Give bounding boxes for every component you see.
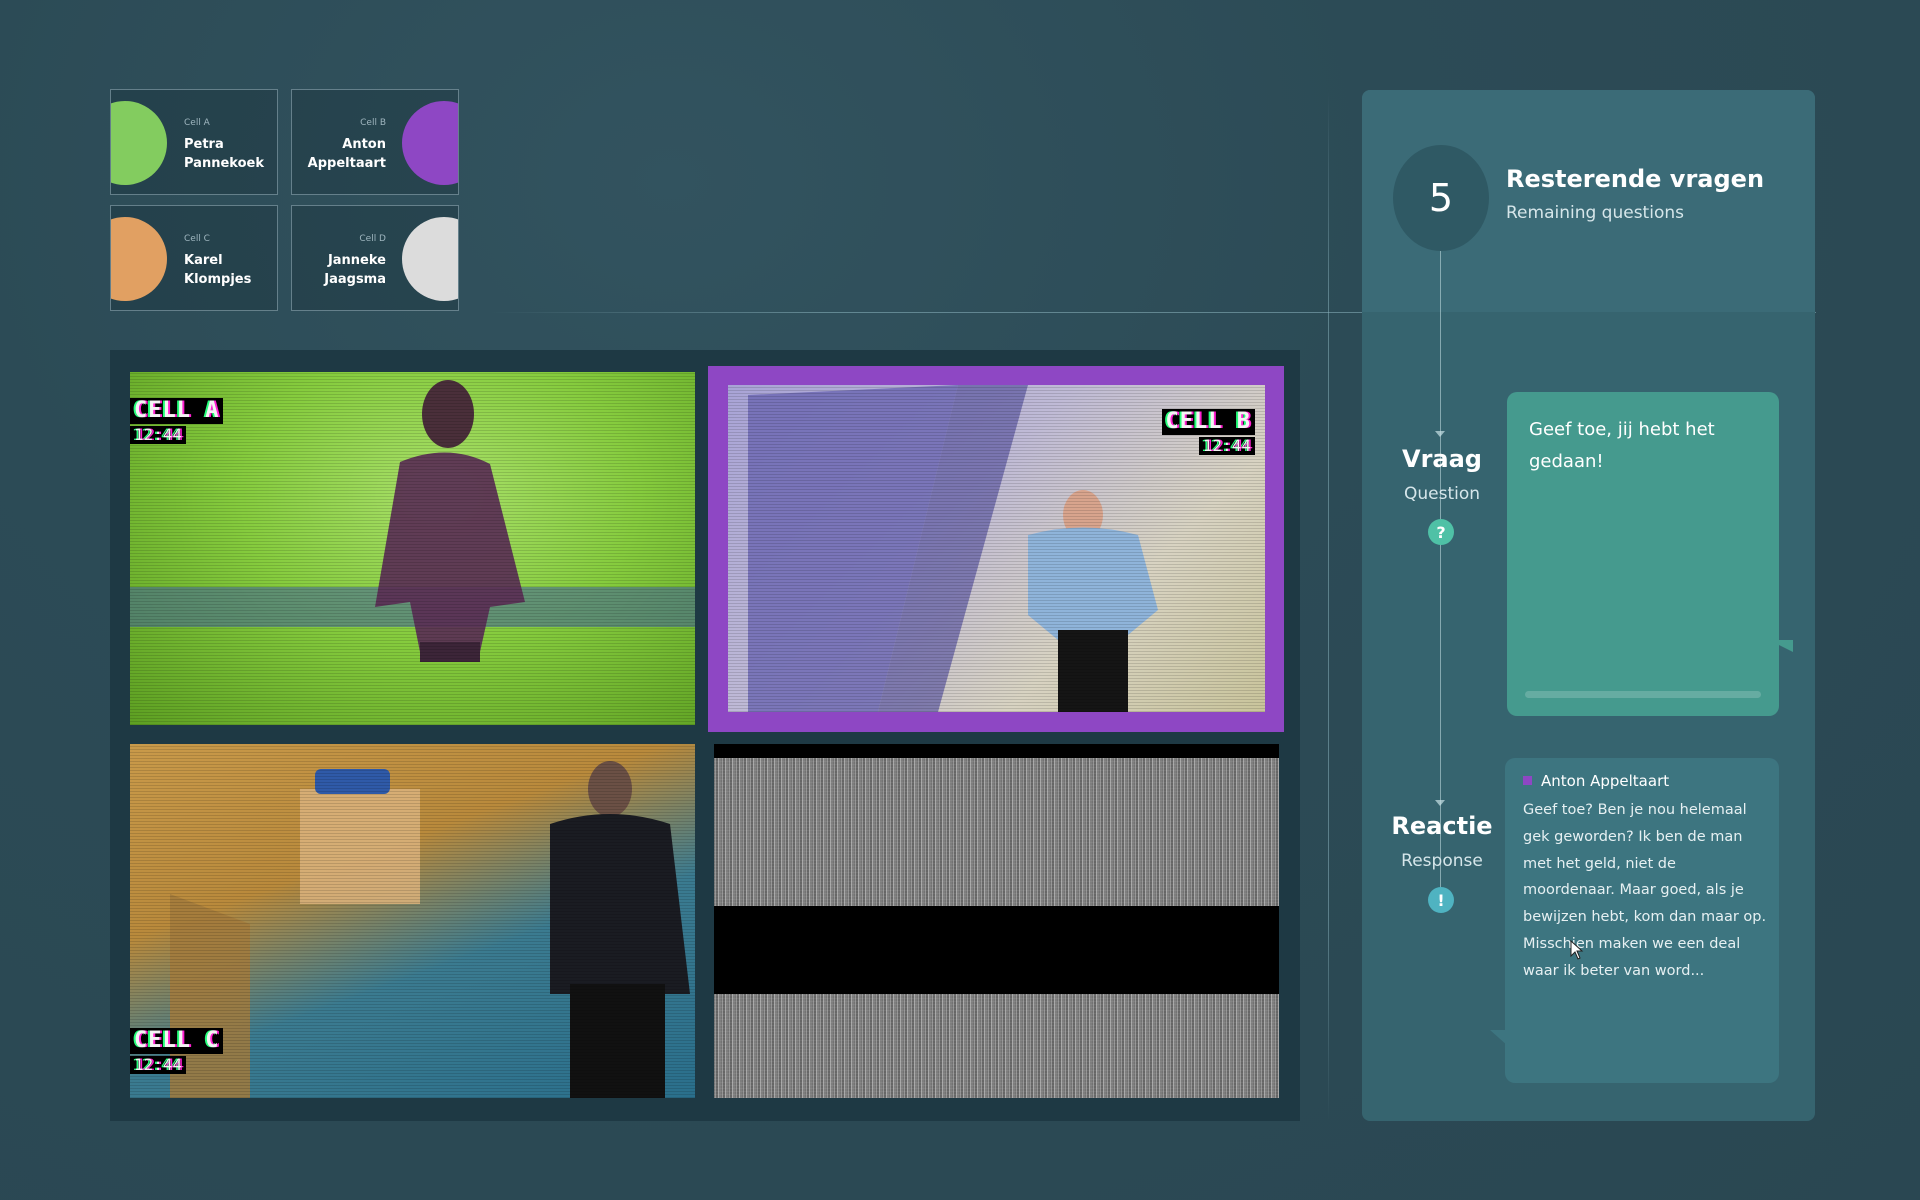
- question-bubble[interactable]: Geef toe, jij hebt het gedaan!: [1507, 392, 1779, 716]
- arrow-down-icon: [1435, 800, 1445, 806]
- camera-time: 12:44: [130, 1056, 187, 1074]
- suspect-name: Janneke Jaagsma: [324, 253, 386, 287]
- bubble-tail: [1769, 640, 1793, 652]
- speaker-color-square: [1523, 776, 1532, 785]
- interrogation-panel: 5 Resterende vragen Remaining questions …: [1362, 90, 1815, 1121]
- response-speaker-name: Anton Appeltaart: [1541, 772, 1670, 790]
- suspect-cell-label: Cell A: [184, 118, 210, 128]
- response-subheading: Response: [1401, 851, 1483, 871]
- suspect-cell-label: Cell B: [360, 118, 386, 128]
- arrow-down-icon: [1435, 431, 1445, 437]
- remaining-questions-counter: 5: [1393, 145, 1489, 251]
- camera-label: CELL B: [1161, 409, 1255, 435]
- bubble-tail: [1490, 1030, 1508, 1046]
- response-heading: Reactie: [1391, 812, 1493, 840]
- camera-feed-cell-c[interactable]: CELL C 12:44: [130, 744, 695, 1098]
- suspect-color-dot: [111, 101, 167, 185]
- camera-osd: CELL C 12:44: [130, 1028, 224, 1074]
- suspect-color-dot: [111, 217, 167, 301]
- response-text: Geef toe? Ben je nou helemaal gek geword…: [1523, 802, 1767, 979]
- response-speaker: Anton Appeltaart: [1523, 772, 1669, 790]
- static-noise: [714, 994, 1279, 1098]
- suspect-cell-label: Cell D: [359, 234, 386, 244]
- response-bubble: Anton Appeltaart Geef toe? Ben je nou he…: [1505, 758, 1779, 1083]
- suspect-card-cell-a[interactable]: Cell A Petra Pannekoek: [110, 89, 278, 195]
- camera-label: CELL A: [130, 398, 224, 424]
- question-subheading: Question: [1403, 484, 1481, 504]
- camera-time: 12:44: [130, 426, 187, 444]
- suspect-card-cell-d[interactable]: Cell D Janneke Jaagsma: [291, 205, 459, 311]
- camera-label: CELL C: [130, 1028, 224, 1054]
- suspect-color-dot: [402, 101, 458, 185]
- panel-title: Resterende vragen: [1506, 165, 1765, 193]
- divider-vertical: [1328, 92, 1329, 1122]
- suspect-name: Karel Klompjes: [184, 253, 252, 287]
- suspect-card-cell-c[interactable]: Cell C Karel Klompjes: [110, 205, 278, 311]
- question-mark-icon: ?: [1428, 519, 1454, 545]
- question-heading: Vraag: [1402, 445, 1482, 473]
- question-progress-bar: [1525, 691, 1761, 698]
- camera-feed-cell-d[interactable]: [714, 744, 1279, 1098]
- suspect-card-cell-b[interactable]: Cell B Anton Appeltaart: [291, 89, 459, 195]
- camera-osd: CELL B 12:44: [1161, 409, 1255, 455]
- camera-time: 12:44: [1198, 437, 1255, 455]
- mouse-cursor-icon: [1570, 940, 1584, 960]
- camera-feed-cell-b[interactable]: CELL B 12:44: [728, 385, 1265, 712]
- suspect-color-dot: [402, 217, 458, 301]
- suspect-name: Petra Pannekoek: [184, 137, 264, 171]
- static-noise: [714, 758, 1279, 906]
- camera-feed-cell-a[interactable]: CELL A 12:44: [130, 372, 695, 725]
- panel-subtitle: Remaining questions: [1506, 203, 1684, 223]
- suspect-name: Anton Appeltaart: [307, 137, 386, 171]
- question-text: Geef toe, jij hebt het gedaan!: [1529, 419, 1715, 472]
- camera-osd: CELL A 12:44: [130, 398, 224, 444]
- suspect-cell-label: Cell C: [184, 234, 210, 244]
- exclamation-icon: !: [1428, 887, 1454, 913]
